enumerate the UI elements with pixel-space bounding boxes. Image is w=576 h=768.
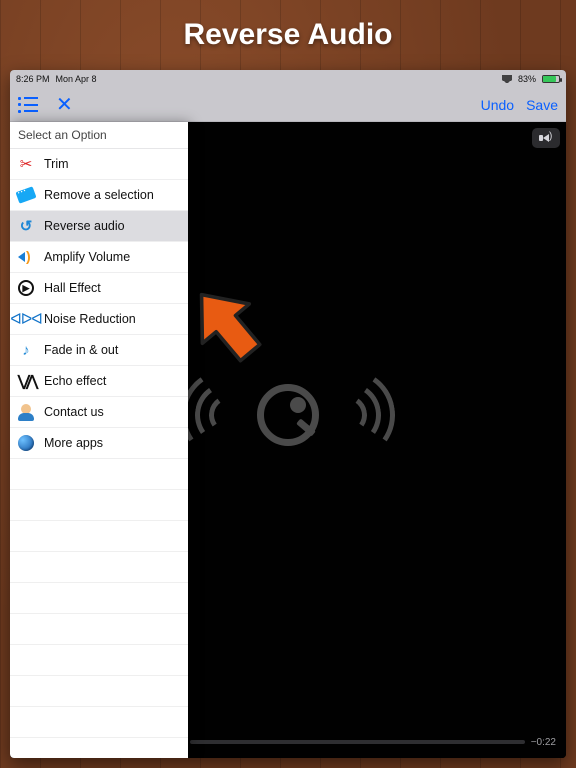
options-popover: Select an Option ✂ Trim Remove a selecti… [10, 122, 188, 758]
page-title: Reverse Audio [0, 0, 576, 70]
option-label: Remove a selection [44, 188, 154, 202]
option-label: Amplify Volume [44, 250, 130, 264]
speaker-icon [543, 134, 549, 142]
audio-logo [209, 370, 367, 460]
list-blank-row [10, 614, 188, 645]
option-amplify-volume[interactable]: Amplify Volume [10, 242, 188, 273]
list-blank-row [10, 676, 188, 707]
status-bar: 8:26 PM Mon Apr 8 83% [10, 70, 566, 88]
option-remove-selection[interactable]: Remove a selection [10, 180, 188, 211]
option-more-apps[interactable]: More apps [10, 428, 188, 459]
list-blank-row [10, 552, 188, 583]
hall-icon: ▶ [16, 278, 36, 298]
battery-icon [542, 75, 560, 83]
list-blank-row [10, 490, 188, 521]
status-time: 8:26 PM [16, 74, 50, 84]
option-fade[interactable]: ♪ Fade in & out [10, 335, 188, 366]
option-label: Contact us [44, 405, 104, 419]
list-blank-row [10, 459, 188, 490]
option-label: Echo effect [44, 374, 106, 388]
scissors-icon: ✂ [16, 154, 36, 174]
option-label: Noise Reduction [44, 312, 136, 326]
banner-text: Reverse Audio [184, 18, 393, 52]
option-noise-reduction[interactable]: ᐊᐅᐊ Noise Reduction [10, 304, 188, 335]
content-area: −0:22 Select an Option ✂ Trim Remove a s… [10, 122, 566, 758]
undo-button[interactable]: Undo [481, 97, 514, 113]
list-blank-row [10, 583, 188, 614]
remaining-time: −0:22 [531, 737, 556, 748]
option-label: Reverse audio [44, 219, 125, 233]
list-blank-row [10, 707, 188, 738]
option-label: More apps [44, 436, 103, 450]
option-label: Hall Effect [44, 281, 101, 295]
wifi-icon [502, 75, 512, 83]
option-reverse-audio[interactable]: ↺ Reverse audio [10, 211, 188, 242]
noise-icon: ᐊᐅᐊ [16, 309, 36, 329]
scrubber[interactable]: −0:22 [190, 734, 556, 750]
fade-icon: ♪ [16, 340, 36, 360]
undo-icon: ↺ [16, 216, 36, 236]
popover-header: Select an Option [10, 122, 188, 149]
list-blank-row [10, 521, 188, 552]
echo-icon: ⋁⋀ [16, 371, 36, 391]
speaker-icon [16, 247, 36, 267]
close-button[interactable]: ✕ [56, 95, 73, 115]
list-menu-button[interactable] [18, 97, 38, 113]
option-contact[interactable]: Contact us [10, 397, 188, 428]
mute-button[interactable] [532, 128, 560, 148]
option-trim[interactable]: ✂ Trim [10, 149, 188, 180]
contact-icon [16, 402, 36, 422]
device-frame: 8:26 PM Mon Apr 8 83% ✕ Undo Save [10, 70, 566, 758]
scrubber-track[interactable] [190, 740, 525, 744]
option-label: Trim [44, 157, 69, 171]
tag-icon [16, 185, 36, 205]
globe-icon [16, 433, 36, 453]
option-echo[interactable]: ⋁⋀ Echo effect [10, 366, 188, 397]
battery-percent: 83% [518, 74, 536, 84]
status-date: Mon Apr 8 [56, 74, 97, 84]
toolbar: ✕ Undo Save [10, 88, 566, 122]
save-button[interactable]: Save [526, 97, 558, 113]
option-hall-effect[interactable]: ▶ Hall Effect [10, 273, 188, 304]
option-label: Fade in & out [44, 343, 118, 357]
list-blank-row [10, 645, 188, 676]
